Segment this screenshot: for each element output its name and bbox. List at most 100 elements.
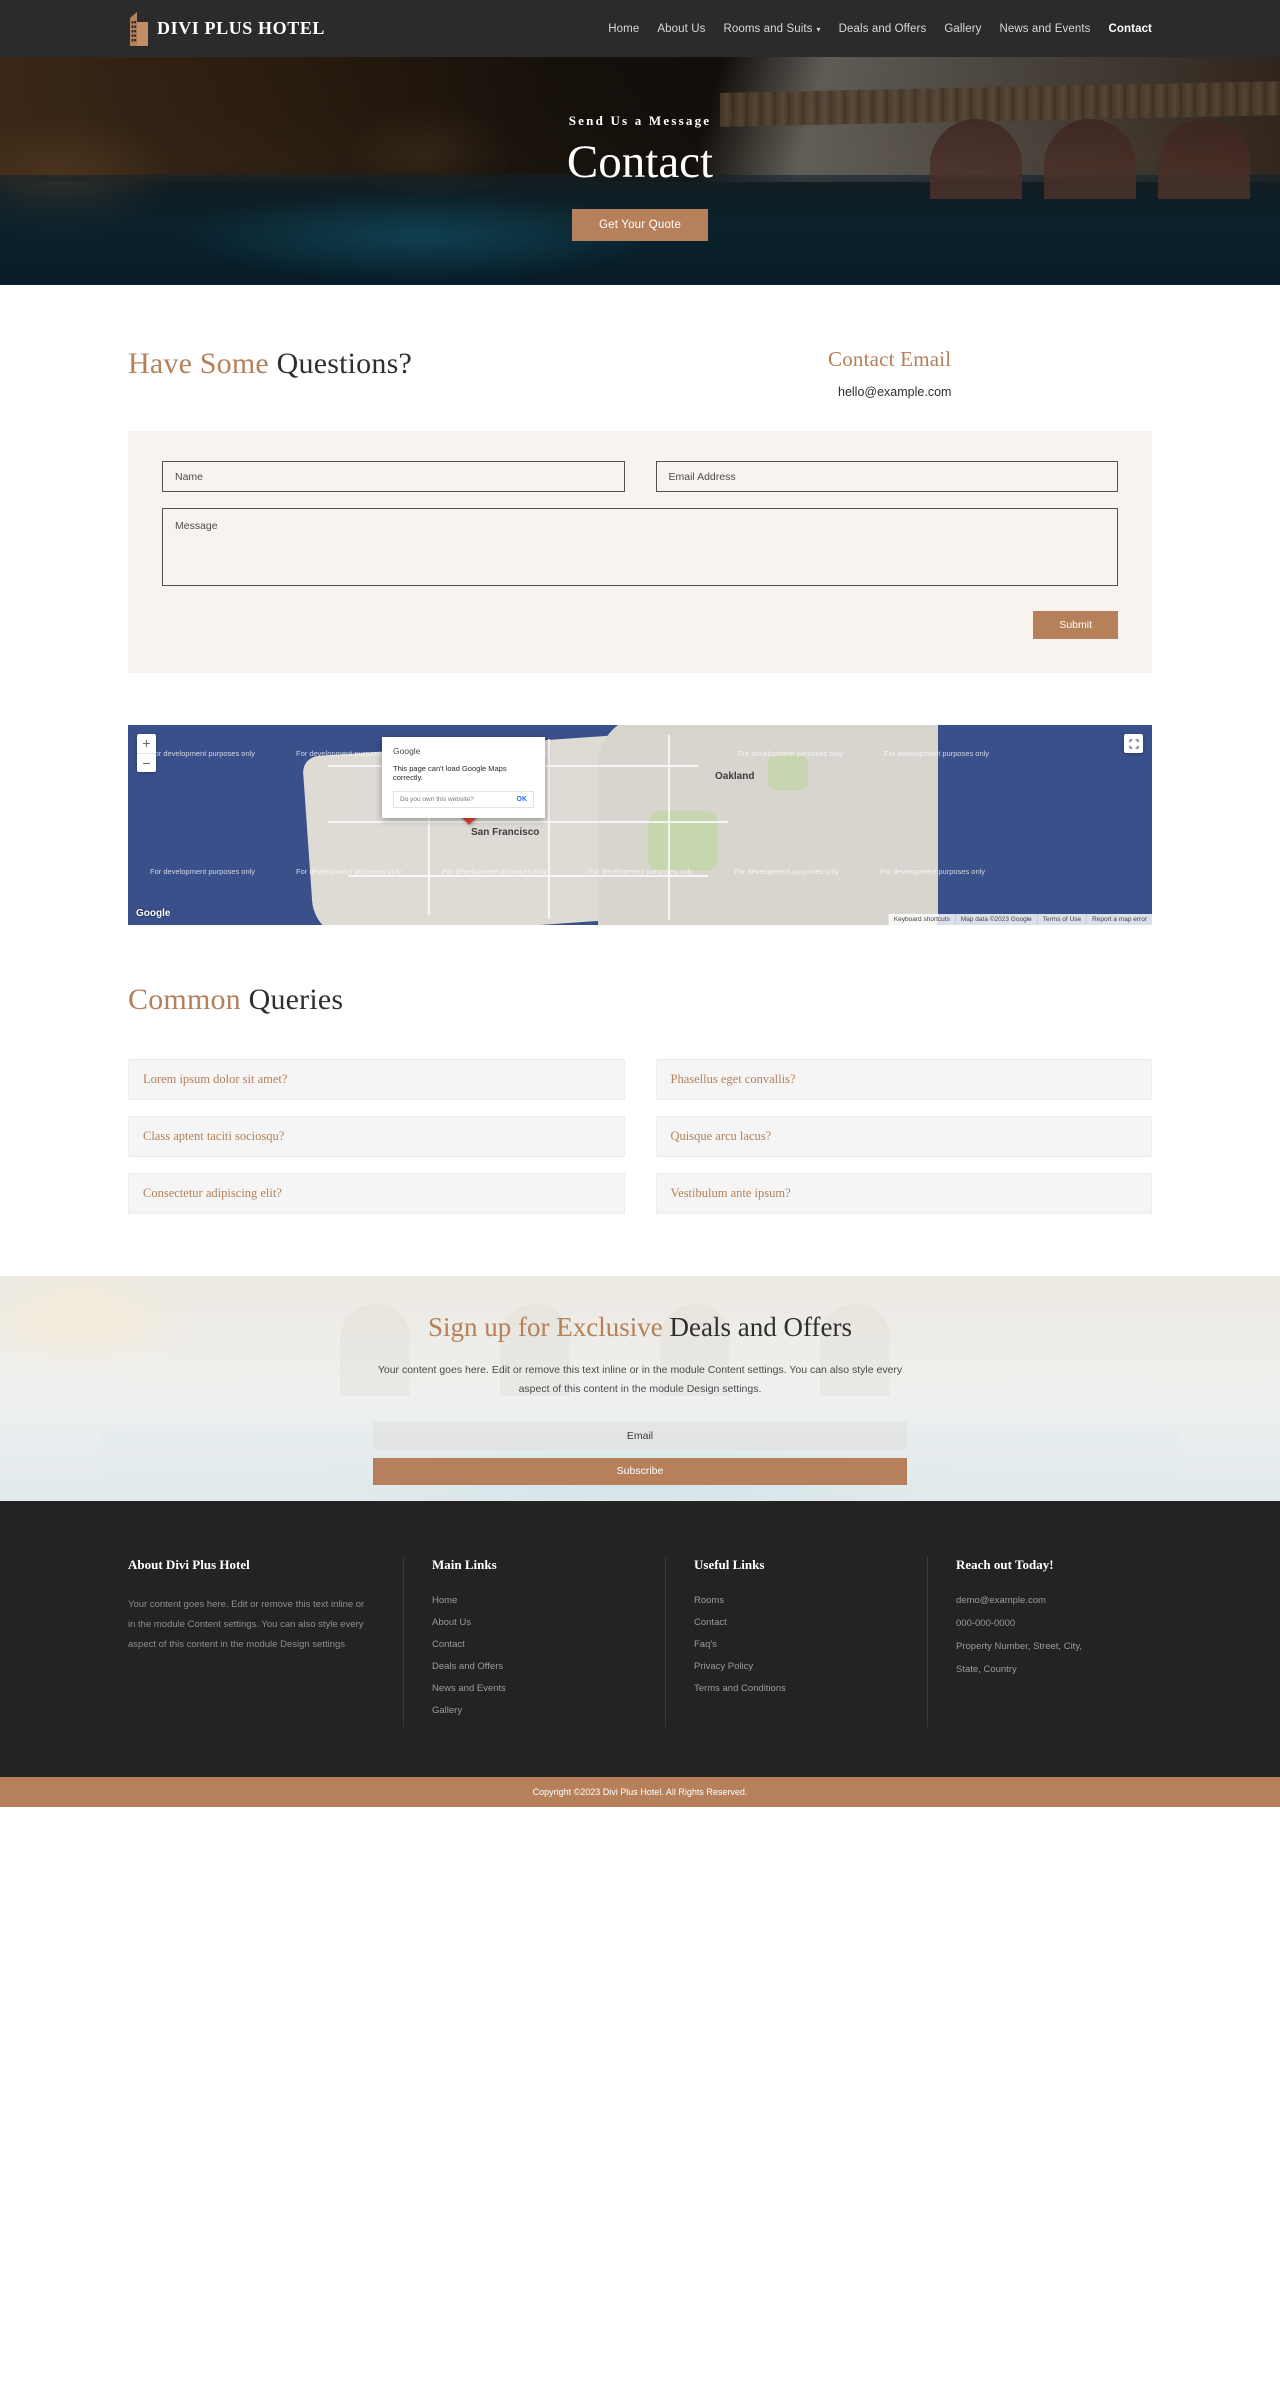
nav-item-news-and-events[interactable]: News and Events	[999, 23, 1090, 35]
nav-item-gallery[interactable]: Gallery	[944, 23, 981, 35]
name-input[interactable]	[162, 461, 625, 492]
site-header: DIVI PLUS HOTEL Home About Us Rooms and …	[0, 0, 1280, 57]
questions-section: Have Some Questions? Contact Email hello…	[0, 285, 1280, 399]
zoom-out-button[interactable]: −	[137, 753, 156, 772]
footer-link-gallery[interactable]: Gallery	[432, 1705, 631, 1716]
copyright-text: Copyright ©2023 Divi Plus Hotel. All Rig…	[532, 1787, 748, 1797]
map-watermark: For development purposes only	[442, 867, 548, 876]
faq-item[interactable]: Quisque arcu lacus?	[655, 1116, 1152, 1157]
dialog-question: Do you own this website?	[400, 796, 474, 803]
brand-name: DIVI PLUS HOTEL	[157, 18, 326, 38]
footer-link-news-and-events[interactable]: News and Events	[432, 1683, 631, 1694]
newsletter-description: Your content goes here. Edit or remove t…	[377, 1364, 903, 1396]
page-title: Contact	[566, 136, 714, 188]
faq-item[interactable]: Lorem ipsum dolor sit amet?	[128, 1059, 625, 1100]
main-navigation: Home About Us Rooms and Suits ▾ Deals an…	[608, 23, 1152, 35]
footer-column-reach-out: Reach out Today! demo@example.com 000-00…	[927, 1557, 1152, 1727]
hero-banner: Send Us a Message Contact Get Your Quote	[0, 57, 1280, 285]
footer-link-contact[interactable]: Contact	[432, 1639, 631, 1650]
questions-heading-accent: Have Some	[128, 347, 277, 380]
map-watermark: For development purposes only	[296, 867, 402, 876]
dialog-message: This page can't load Google Maps correct…	[393, 764, 507, 782]
brand-logo[interactable]: DIVI PLUS HOTEL	[128, 11, 326, 46]
submit-button[interactable]: Submit	[1033, 611, 1118, 639]
nav-item-deals-and-offers[interactable]: Deals and Offers	[839, 23, 927, 35]
footer-column-useful-links: Useful Links Rooms Contact Faq's Privacy…	[665, 1557, 927, 1727]
map-watermark: For development purposes only	[150, 867, 256, 876]
google-logo: Google	[136, 908, 171, 919]
nav-item-rooms-and-suits[interactable]: Rooms and Suits ▾	[723, 23, 820, 35]
get-your-quote-button[interactable]: Get Your Quote	[571, 209, 709, 242]
footer-link-privacy-policy[interactable]: Privacy Policy	[694, 1661, 893, 1672]
footer-contact-phone[interactable]: 000-000-0000	[956, 1618, 1118, 1629]
footer-columns: About Divi Plus Hotel Your content goes …	[128, 1557, 1152, 1727]
map-footer-bar: Keyboard shortcuts Map data ©2023 Google…	[887, 914, 1152, 925]
nav-label: Gallery	[944, 22, 982, 35]
faq-item[interactable]: Vestibulum ante ipsum?	[655, 1173, 1152, 1214]
contact-email-block: Contact Email hello@example.com	[768, 347, 1152, 399]
nav-item-about-us[interactable]: About Us	[657, 23, 705, 35]
newsletter-title: Sign up for Exclusive Deals and Offers	[0, 1312, 1280, 1343]
footer-link-about-us[interactable]: About Us	[432, 1617, 631, 1628]
map-label-san-francisco: San Francisco	[471, 827, 540, 838]
google-map[interactable]: For development purposes only For develo…	[128, 725, 1152, 925]
nav-item-contact[interactable]: Contact	[1108, 23, 1152, 35]
nav-label: Home	[608, 22, 640, 35]
contact-form: Submit	[128, 431, 1152, 673]
footer-link-terms-and-conditions[interactable]: Terms and Conditions	[694, 1683, 893, 1694]
footer-link-contact-2[interactable]: Contact	[694, 1617, 893, 1628]
dialog-title: Google	[393, 746, 421, 756]
footer-link-faqs[interactable]: Faq's	[694, 1639, 893, 1650]
newsletter-content: Sign up for Exclusive Deals and Offers Y…	[0, 1276, 1280, 1485]
map-data-attribution: Map data ©2023 Google	[954, 914, 1037, 925]
newsletter-title-accent: Sign up for Exclusive	[428, 1312, 670, 1342]
faq-section: Common Queries Lorem ipsum dolor sit ame…	[0, 925, 1280, 1214]
footer-title-main-links: Main Links	[432, 1557, 497, 1572]
email-input[interactable]	[655, 461, 1118, 492]
map-watermark: For development purposes only	[884, 749, 990, 758]
footer-link-rooms[interactable]: Rooms	[694, 1595, 893, 1606]
map-zoom-controls[interactable]: + −	[137, 734, 156, 772]
questions-heading-rest: Questions?	[276, 347, 412, 380]
map-watermark: For development purposes only	[880, 867, 986, 876]
newsletter-email-input[interactable]	[373, 1421, 907, 1450]
subscribe-button[interactable]: Subscribe	[373, 1457, 907, 1485]
fullscreen-icon[interactable]	[1124, 734, 1143, 753]
page-root: DIVI PLUS HOTEL Home About Us Rooms and …	[0, 0, 1280, 1807]
map-terms-of-use[interactable]: Terms of Use	[1036, 914, 1087, 925]
hero-subtitle: Send Us a Message	[568, 113, 712, 128]
map-label-oakland: Oakland	[715, 771, 755, 782]
faq-heading-rest: Queries	[248, 983, 344, 1016]
contact-email-value: hello@example.com	[838, 385, 952, 399]
google-maps-error-dialog: Google This page can't load Google Maps …	[382, 737, 545, 818]
footer-link-deals-and-offers[interactable]: Deals and Offers	[432, 1661, 631, 1672]
faq-item[interactable]: Phasellus eget convallis?	[655, 1059, 1152, 1100]
zoom-in-button[interactable]: +	[137, 734, 156, 753]
site-footer: About Divi Plus Hotel Your content goes …	[0, 1501, 1280, 1777]
dialog-action-row: Do you own this website? OK	[393, 791, 534, 808]
footer-title-reach-out: Reach out Today!	[956, 1557, 1054, 1572]
form-actions: Submit	[162, 611, 1118, 639]
faq-grid: Lorem ipsum dolor sit amet? Phasellus eg…	[128, 1059, 1152, 1214]
map-watermark: For development purposes only	[734, 867, 840, 876]
footer-column-main-links: Main Links Home About Us Contact Deals a…	[403, 1557, 665, 1727]
chevron-down-icon: ▾	[816, 25, 821, 34]
map-report-error[interactable]: Report a map error	[1086, 914, 1152, 925]
message-textarea[interactable]	[162, 508, 1118, 586]
map-keyboard-shortcuts[interactable]: Keyboard shortcuts	[887, 914, 955, 925]
footer-link-home[interactable]: Home	[432, 1595, 631, 1606]
footer-title-about: About Divi Plus Hotel	[128, 1557, 250, 1572]
nav-label: Rooms and Suits	[723, 22, 813, 35]
faq-item[interactable]: Consectetur adipiscing elit?	[128, 1173, 625, 1214]
faq-item[interactable]: Class aptent taciti sociosqu?	[128, 1116, 625, 1157]
nav-item-home[interactable]: Home	[608, 23, 639, 35]
questions-heading: Have Some Questions?	[128, 347, 768, 381]
hero-content: Send Us a Message Contact Get Your Quote	[0, 57, 1280, 242]
map-park-area-2	[768, 755, 808, 791]
footer-title-useful-links: Useful Links	[694, 1557, 765, 1572]
footer-contact-email[interactable]: demo@example.com	[956, 1595, 1118, 1606]
map-watermark: For development purposes only	[588, 867, 694, 876]
footer-address-line-2: State, Country	[956, 1664, 1017, 1675]
dialog-ok-button[interactable]: OK	[517, 796, 528, 803]
contact-email-label: Contact Email	[828, 347, 952, 371]
